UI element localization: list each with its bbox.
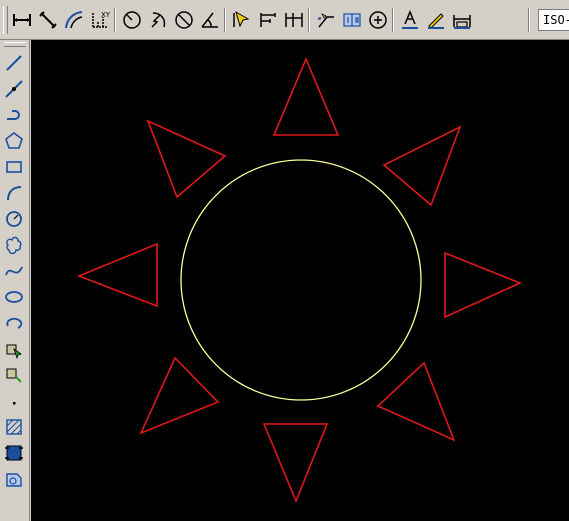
- tolerance-icon: [343, 13, 361, 27]
- ellipse-arc-icon: [6, 317, 23, 329]
- dim-diameter-icon: [175, 11, 193, 29]
- polyline-tool[interactable]: [3, 104, 25, 126]
- dim-baseline-button[interactable]: [256, 8, 280, 32]
- circle-tool[interactable]: [3, 208, 25, 230]
- quick-dimension-icon: [233, 10, 250, 28]
- spline-tool[interactable]: [3, 260, 25, 282]
- region-icon: [6, 473, 22, 487]
- quick-leader-icon: [317, 13, 334, 28]
- dim-text-edit-icon: [428, 13, 444, 29]
- line-icon: [6, 55, 22, 71]
- dim-linear-icon: [13, 14, 31, 26]
- ellipse-arc-tool[interactable]: [3, 312, 25, 334]
- dim-style-dropdown[interactable]: ISO-25: [538, 9, 569, 31]
- tolerance-button[interactable]: [340, 8, 364, 32]
- dim-continue-button[interactable]: [282, 8, 306, 32]
- spline-icon: [5, 266, 23, 276]
- circle-icon: [6, 211, 22, 227]
- make-block-icon: [6, 368, 22, 383]
- construction-line-tool[interactable]: [3, 78, 25, 100]
- insert-block-tool[interactable]: [3, 338, 25, 360]
- dim-baseline-icon: [260, 13, 276, 27]
- revision-cloud-icon: [6, 236, 22, 255]
- dim-update-icon: [453, 15, 471, 29]
- dim-edit-button[interactable]: [398, 8, 422, 32]
- ellipse-tool[interactable]: [3, 286, 25, 308]
- toolbar-separator: [114, 8, 116, 32]
- dim-ordinate-icon: XY: [92, 11, 111, 28]
- toolbar-grip[interactable]: [4, 42, 26, 47]
- rectangle-icon: [6, 161, 22, 173]
- dim-angular-icon: [201, 12, 218, 28]
- toolbar-separator: [528, 8, 530, 32]
- triangle-northeast[interactable]: [382, 125, 462, 207]
- draw-toolbar: [0, 40, 30, 521]
- dim-angular-button[interactable]: [198, 8, 222, 32]
- svg-text:XY: XY: [101, 11, 111, 19]
- point-tool[interactable]: [3, 390, 25, 412]
- dim-arc-length-icon: [65, 11, 83, 29]
- dim-diameter-button[interactable]: [172, 8, 196, 32]
- point-icon: [13, 402, 16, 405]
- drawing-canvas[interactable]: [31, 40, 569, 521]
- polygon-tool[interactable]: [3, 130, 25, 152]
- toolbar-separator: [392, 8, 394, 32]
- gradient-tool[interactable]: [3, 442, 25, 464]
- arc-icon: [7, 186, 22, 201]
- circle-entity[interactable]: [180, 159, 422, 401]
- dim-continue-icon: [285, 13, 303, 27]
- dim-text-edit-button[interactable]: [424, 8, 448, 32]
- triangle-southeast[interactable]: [376, 361, 456, 442]
- dim-radius-button[interactable]: [120, 8, 144, 32]
- dim-ordinate-button[interactable]: XY: [88, 8, 112, 32]
- center-mark-button[interactable]: [366, 8, 390, 32]
- dim-jogged-button[interactable]: [146, 8, 170, 32]
- quick-leader-button[interactable]: [314, 8, 338, 32]
- drawing-svg: [76, 56, 523, 504]
- dim-aligned-button[interactable]: [36, 8, 60, 32]
- polyline-icon: [7, 110, 20, 120]
- dim-update-button[interactable]: [450, 8, 474, 32]
- dim-arc-length-button[interactable]: [62, 8, 86, 32]
- make-block-tool[interactable]: [3, 364, 25, 386]
- triangle-east[interactable]: [444, 251, 523, 319]
- triangle-north[interactable]: [272, 56, 340, 136]
- dim-edit-icon: [402, 10, 418, 29]
- polygon-icon: [5, 132, 23, 149]
- dim-aligned-icon: [39, 11, 57, 29]
- dim-radius-icon: [123, 11, 141, 29]
- toolbar-separator: [308, 8, 310, 32]
- ellipse-icon: [5, 291, 23, 303]
- triangle-west[interactable]: [76, 242, 158, 308]
- dimension-toolbar: XY ISO: [0, 0, 569, 40]
- construction-line-icon: [5, 80, 23, 98]
- toolbar-separator: [224, 8, 226, 32]
- toolbar-grip[interactable]: [3, 6, 8, 34]
- rectangle-tool[interactable]: [3, 156, 25, 178]
- arc-tool[interactable]: [3, 182, 25, 204]
- region-tool[interactable]: [3, 468, 25, 490]
- line-tool[interactable]: [3, 52, 25, 74]
- revision-cloud-tool[interactable]: [3, 234, 25, 256]
- quick-dimension-button[interactable]: [230, 8, 254, 32]
- dim-jogged-icon: [151, 12, 166, 28]
- center-mark-icon: [369, 11, 387, 29]
- hatch-icon: [6, 419, 22, 435]
- triangle-south[interactable]: [262, 423, 329, 504]
- dim-linear-button[interactable]: [10, 8, 34, 32]
- insert-block-icon: [6, 344, 22, 359]
- triangle-southwest[interactable]: [139, 356, 220, 435]
- triangle-northwest[interactable]: [146, 119, 227, 199]
- gradient-icon: [5, 445, 23, 461]
- hatch-tool[interactable]: [3, 416, 25, 438]
